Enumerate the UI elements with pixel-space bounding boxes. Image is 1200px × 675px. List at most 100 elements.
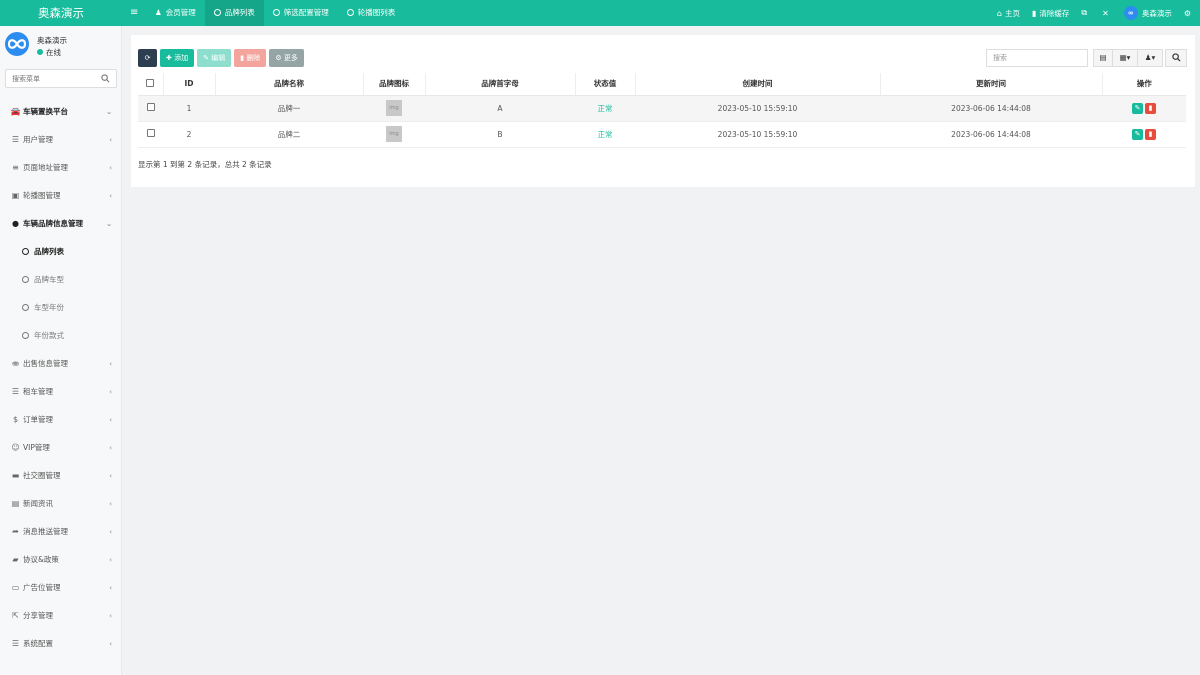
tab-label: 品牌列表 bbox=[224, 8, 255, 17]
export-button[interactable]: ▤ bbox=[1093, 49, 1113, 67]
column-header[interactable]: 品牌首字母 bbox=[424, 73, 575, 96]
menu-label: 年份款式 bbox=[34, 330, 64, 340]
user-name: 奥森演示 bbox=[37, 36, 67, 45]
menu-search-input[interactable] bbox=[12, 70, 102, 87]
sidebar-item-orders[interactable]: $ 订单管理 ‹ bbox=[0, 405, 122, 433]
cell-brand-name: 品牌一 bbox=[215, 95, 363, 122]
fullscreen-button[interactable]: ✕ bbox=[1096, 9, 1118, 18]
sidebar-item-brand-model[interactable]: 品牌车型 bbox=[0, 265, 122, 293]
sidebar-item-sysconf[interactable]: ☰ 系统配置 ‹ bbox=[0, 629, 122, 657]
home-icon: ⌂ bbox=[996, 8, 1002, 18]
sidebar-item-model-year[interactable]: 车型年份 bbox=[0, 293, 122, 321]
chevron-left-icon: ‹ bbox=[109, 640, 112, 648]
tab-filter-config[interactable]: 筛选配置管理 bbox=[264, 0, 338, 26]
trash-icon: ▮ bbox=[1148, 103, 1153, 112]
sidebar-item-carousel[interactable]: ▣ 轮播图管理 ‹ bbox=[0, 181, 122, 209]
row-delete-button[interactable]: ▮ bbox=[1145, 128, 1156, 140]
sidebar-item-news[interactable]: ▤ 新闻资讯 ‹ bbox=[0, 489, 122, 517]
sidebar-item-agreement[interactable]: ▰ 协议&政策 ‹ bbox=[0, 545, 122, 573]
search-toggle-button[interactable] bbox=[1165, 49, 1187, 67]
home-label: 主页 bbox=[1005, 8, 1020, 18]
chevron-left-icon: ‹ bbox=[109, 416, 112, 424]
menu-label: 品牌列表 bbox=[34, 246, 64, 256]
row-edit-button[interactable]: ✎ bbox=[1132, 128, 1143, 140]
sidebar-item-brand-list[interactable]: 品牌列表 bbox=[0, 237, 122, 265]
sidebar-item-year-style[interactable]: 年份款式 bbox=[0, 321, 122, 349]
translate-icon: ⧉ bbox=[1081, 8, 1088, 17]
car-icon: 🚘 bbox=[10, 106, 21, 116]
tab-carousel-list[interactable]: 轮播图列表 bbox=[338, 0, 405, 26]
chevron-left-icon: ‹ bbox=[109, 472, 112, 480]
row-delete-button[interactable]: ▮ bbox=[1145, 102, 1156, 114]
column-header[interactable]: 创建时间 bbox=[634, 73, 880, 96]
user-menu[interactable]: ∞ 奥森演示 bbox=[1118, 6, 1178, 20]
app-brand[interactable]: 奥森演示 bbox=[0, 0, 122, 26]
row-checkbox[interactable] bbox=[146, 103, 155, 111]
home-link[interactable]: ⌂ 主页 bbox=[991, 8, 1026, 19]
hamburger-icon[interactable]: ≡ bbox=[130, 0, 138, 26]
brand-icon-thumbnail[interactable]: img bbox=[386, 126, 402, 142]
bars-icon: ≡ bbox=[12, 162, 19, 172]
clear-cache-button[interactable]: ▮ 清除缓存 bbox=[1026, 8, 1075, 19]
chevron-left-icon: ‹ bbox=[109, 612, 112, 620]
more-label: 更多 bbox=[283, 54, 298, 62]
select-all-checkbox[interactable] bbox=[146, 78, 155, 87]
column-header[interactable]: 品牌名称 bbox=[214, 73, 363, 96]
cell-id: 1 bbox=[163, 95, 215, 122]
sidebar-item-page-addr[interactable]: ≡ 页面地址管理 ‹ bbox=[0, 153, 122, 181]
delete-button[interactable]: ▮ 删除 bbox=[234, 49, 267, 67]
avatar bbox=[5, 32, 29, 56]
menu-label: 系统配置 bbox=[23, 638, 53, 648]
columns-toggle-button[interactable]: ▦▾ bbox=[1112, 49, 1138, 67]
sidebar-item-push[interactable]: ➦ 消息推送管理 ‹ bbox=[0, 517, 122, 545]
translate-button[interactable]: ⧉ bbox=[1075, 8, 1096, 18]
chevron-left-icon: ‹ bbox=[109, 584, 112, 592]
tab-member-mgmt[interactable]: ♟ 会员管理 bbox=[146, 0, 205, 26]
table-row[interactable]: 1 品牌一 img A 正常 2023-05-10 15:59:10 2023-… bbox=[138, 95, 1186, 122]
brand-icon-thumbnail[interactable]: img bbox=[386, 100, 402, 116]
sidebar-item-brand-info[interactable]: ● 车辆品牌信息管理 ⌄ bbox=[0, 209, 122, 237]
fullscreen-icon: ✕ bbox=[1102, 8, 1109, 18]
table-row[interactable]: 2 品牌二 img B 正常 2023-05-10 15:59:10 2023-… bbox=[138, 121, 1186, 148]
sidebar-item-share[interactable]: ⇱ 分享管理 ‹ bbox=[0, 601, 122, 629]
handshake-icon: ⛂ bbox=[12, 358, 19, 368]
more-button[interactable]: ⚙ 更多 bbox=[269, 49, 304, 67]
column-header[interactable]: 品牌图标 bbox=[362, 73, 425, 96]
cell-id: 2 bbox=[163, 121, 215, 148]
list-icon: ☰ bbox=[11, 386, 20, 396]
grid-icon: ▦▾ bbox=[1119, 53, 1131, 62]
column-header[interactable]: 更新时间 bbox=[879, 73, 1102, 96]
infinity-icon bbox=[8, 39, 26, 49]
trash-icon: ▮ bbox=[240, 54, 245, 62]
column-header[interactable]: 状态值 bbox=[574, 73, 635, 96]
column-header[interactable]: ID bbox=[162, 73, 215, 96]
sidebar-item-rental[interactable]: ☰ 租车管理 ‹ bbox=[0, 377, 122, 405]
edit-button[interactable]: ✎ 编辑 bbox=[197, 49, 232, 67]
menu-label: 新闻资讯 bbox=[23, 498, 53, 508]
pagination-info: 显示第 1 到第 2 条记录，总共 2 条记录 bbox=[138, 160, 272, 169]
select-all-cell bbox=[138, 73, 163, 96]
table-search-input[interactable]: 搜索 bbox=[986, 49, 1088, 67]
settings-button[interactable]: ⚙ bbox=[1178, 9, 1200, 18]
row-edit-button[interactable]: ✎ bbox=[1132, 102, 1143, 114]
cog-icon: ⚙ bbox=[275, 54, 282, 62]
refresh-button[interactable]: ⟳ bbox=[138, 49, 157, 67]
row-checkbox[interactable] bbox=[146, 129, 155, 137]
pencil-icon: ✎ bbox=[1134, 103, 1141, 112]
sidebar-item-sale-info[interactable]: ⛂ 出售信息管理 ‹ bbox=[0, 349, 122, 377]
chevron-down-icon: ⌄ bbox=[106, 108, 112, 116]
sidebar-item-vip[interactable]: ☺ VIP管理 ‹ bbox=[0, 433, 122, 461]
menu-label: 品牌车型 bbox=[34, 274, 64, 284]
search-icon[interactable] bbox=[101, 74, 110, 83]
circle-icon bbox=[22, 331, 29, 339]
tab-brand-list[interactable]: 品牌列表 bbox=[204, 0, 264, 26]
sidebar-item-platform[interactable]: 🚘 车辆置换平台 ⌄ bbox=[0, 97, 122, 125]
add-button[interactable]: ✚ 添加 bbox=[160, 49, 195, 67]
chevron-left-icon: ‹ bbox=[109, 136, 112, 144]
menu-label: 页面地址管理 bbox=[23, 162, 68, 172]
user-filter-button[interactable]: ♟▾ bbox=[1137, 49, 1163, 67]
sidebar-item-ads[interactable]: ▭ 广告位管理 ‹ bbox=[0, 573, 122, 601]
table-header-row: ID 品牌名称 品牌图标 品牌首字母 状态值 创建时间 更新时间 操作 bbox=[138, 73, 1186, 96]
sidebar-item-user-mgmt[interactable]: ☰ 用户管理 ‹ bbox=[0, 125, 122, 153]
sidebar-item-social[interactable]: ▬ 社交圈管理 ‹ bbox=[0, 461, 122, 489]
